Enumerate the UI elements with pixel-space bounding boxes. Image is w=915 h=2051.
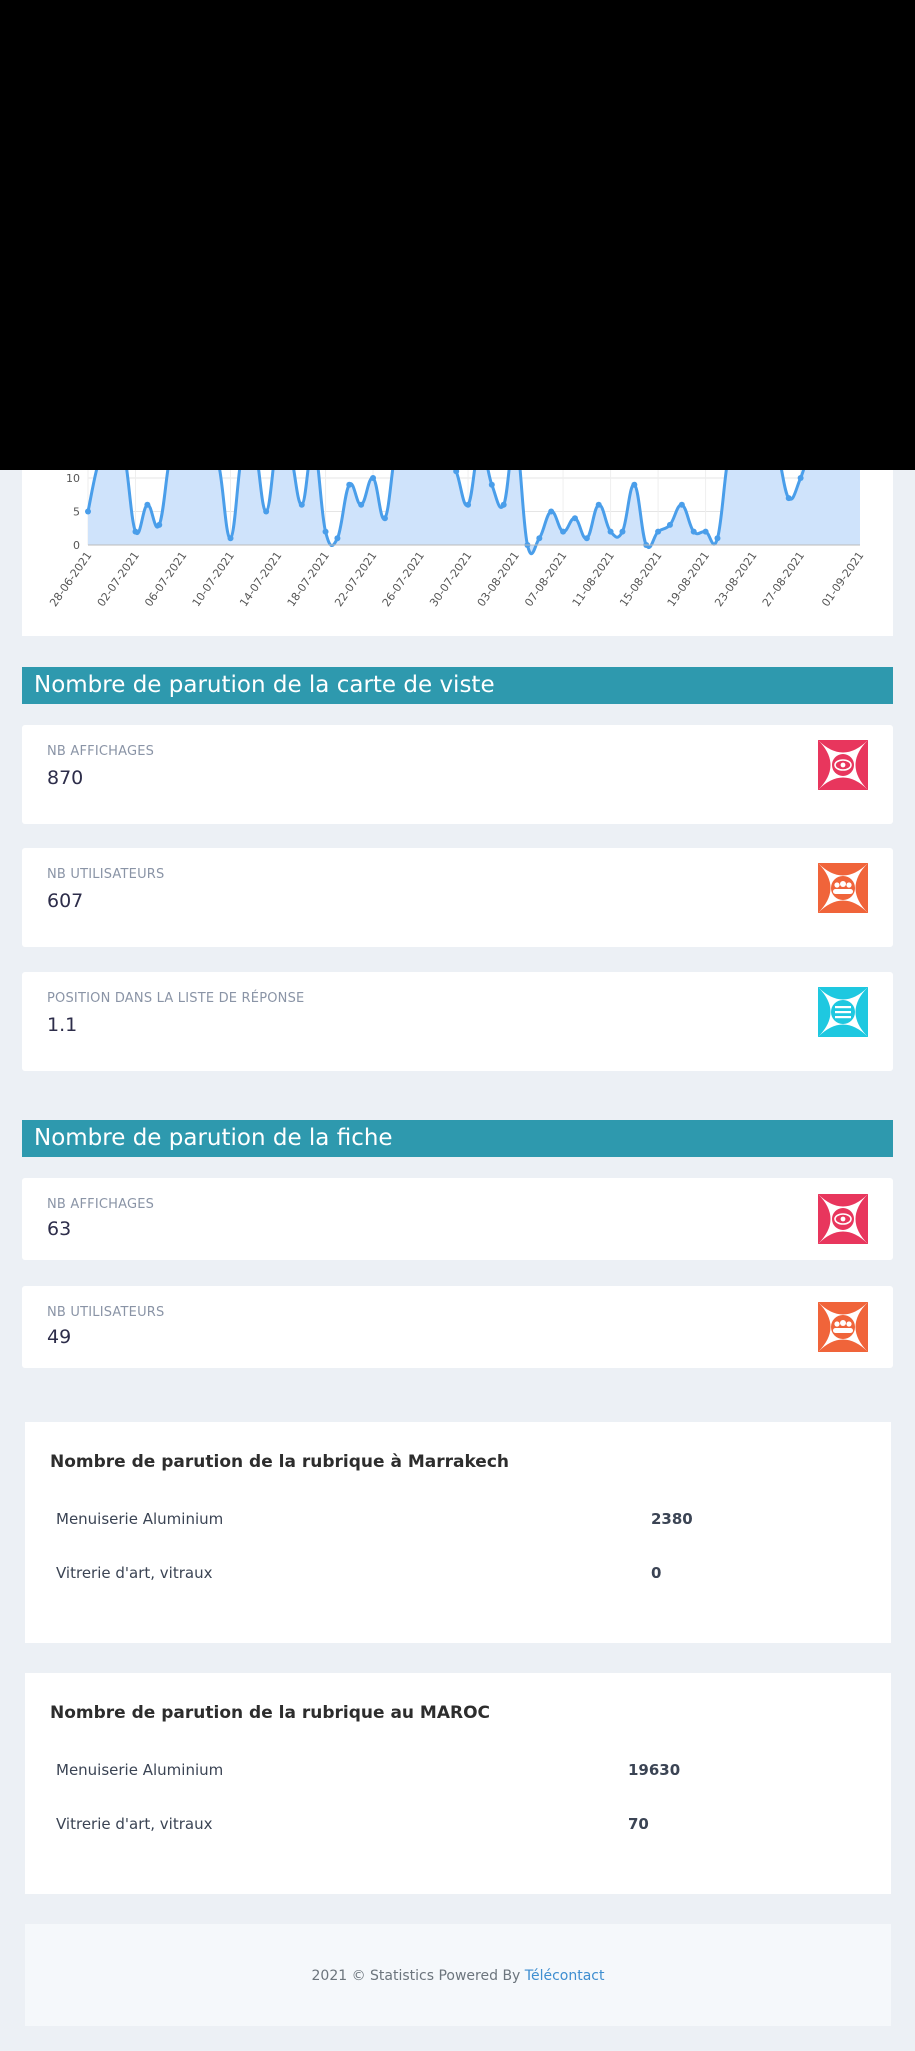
stat-value: 1.1 (47, 1014, 78, 1036)
footer: 2021 © Statistics Powered By Télécontact (25, 1924, 891, 2026)
chart-point (560, 528, 567, 535)
daily-chart: 0 5 10 28-06-2021 02-07-2021 06-07-2021 10-07-… (22, 470, 893, 636)
stat-label: NB AFFICHAGES (47, 744, 155, 759)
stat-label: NB AFFICHAGES (47, 1197, 155, 1212)
stat-card-carte-utilisateurs: NB UTILISATEURS 607 (22, 848, 893, 947)
table-row-label: Vitrerie d'art, vitraux (56, 1815, 213, 1833)
chart-point (346, 481, 353, 488)
chart-svg: 0 5 10 28-06-2021 02-07-2021 06-07-2021 10-07-… (47, 470, 866, 609)
chart-point (536, 535, 543, 542)
chart-point (702, 528, 709, 535)
x-tick-label: 03-08-2021 (475, 549, 522, 609)
x-tick-label: 27-08-2021 (760, 549, 807, 609)
table-card-maroc: Nombre de parution de la rubrique au MAR… (25, 1673, 891, 1894)
chart-point (370, 475, 377, 481)
section-header-carte: Nombre de parution de la carte de viste (22, 667, 893, 704)
stat-value: 63 (47, 1218, 72, 1240)
chart-point (714, 535, 721, 542)
table-row-label: Vitrerie d'art, vitraux (56, 1564, 213, 1582)
chart-point (631, 481, 638, 488)
stat-card-carte-position: POSITION DANS LA LISTE DE RÉPONSE 1.1 (22, 972, 893, 1071)
table-title: Nombre de parution de la rubrique au MAR… (50, 1703, 491, 1723)
table-row-label: Menuiserie Aluminium (56, 1761, 224, 1779)
chart-point (465, 501, 472, 508)
chart-point (607, 528, 614, 535)
x-tick-label: 15-08-2021 (617, 549, 664, 609)
stat-value: 607 (47, 890, 84, 912)
x-tick-label: 14-07-2021 (237, 549, 284, 609)
chart-point (322, 528, 329, 535)
chart-point (358, 501, 365, 508)
chart-point (381, 515, 388, 522)
table-card-marrakech: Nombre de parution de la rubrique à Marr… (25, 1422, 891, 1643)
stat-value: 870 (47, 767, 84, 789)
table-row-label: Menuiserie Aluminium (56, 1510, 224, 1528)
users-icon (818, 863, 868, 913)
table-row-value: 19630 (628, 1761, 681, 1779)
y-tick-label: 0 (73, 539, 80, 552)
x-tick-label: 26-07-2021 (380, 549, 427, 609)
table-row-value: 2380 (651, 1510, 693, 1528)
y-tick-label: 5 (73, 506, 80, 519)
y-tick-label: 10 (66, 472, 80, 485)
stat-label: POSITION DANS LA LISTE DE RÉPONSE (47, 991, 305, 1006)
chart-point (595, 501, 602, 508)
stat-card-fiche-utilisateurs: NB UTILISATEURS 49 (22, 1286, 893, 1368)
footer-link[interactable]: Télécontact (525, 1968, 605, 1984)
list-icon (818, 987, 868, 1037)
x-tick-label: 06-07-2021 (142, 549, 189, 609)
chart-point (334, 535, 341, 542)
x-tick-label: 10-07-2021 (190, 549, 237, 609)
chart-point (156, 521, 163, 528)
chart-point (263, 508, 270, 515)
chart-point (132, 528, 139, 535)
chart-point (227, 535, 234, 542)
chart-point (797, 475, 804, 481)
chart-point (298, 501, 305, 508)
x-tick-label: 11-08-2021 (570, 549, 617, 609)
x-tick-label: 28-06-2021 (47, 549, 94, 609)
x-tick-label: 01-09-2021 (819, 549, 866, 609)
stat-card-fiche-affichages: NB AFFICHAGES 63 (22, 1178, 893, 1260)
table-title: Nombre de parution de la rubrique à Marr… (50, 1452, 510, 1472)
chart-point (85, 508, 91, 515)
chart-point (500, 501, 507, 508)
stat-label: NB UTILISATEURS (47, 867, 165, 882)
chart-point (690, 528, 697, 535)
section-header-fiche: Nombre de parution de la fiche (22, 1120, 893, 1157)
x-tick-label: 18-07-2021 (285, 549, 332, 609)
chart-point (144, 501, 151, 508)
stat-card-carte-affichages: NB AFFICHAGES 870 (22, 725, 893, 824)
chart-point (619, 528, 626, 535)
footer-copyright: 2021 © Statistics Powered By (311, 1968, 525, 1984)
stat-value: 49 (47, 1326, 72, 1348)
chart-point (678, 501, 685, 508)
x-tick-label: 07-08-2021 (522, 549, 569, 609)
x-tick-label: 19-08-2021 (665, 549, 712, 609)
eye-icon (818, 1194, 868, 1244)
x-tick-label: 23-08-2021 (712, 549, 759, 609)
chart-point (666, 521, 673, 528)
redacted-area (0, 0, 915, 470)
stat-label: NB UTILISATEURS (47, 1305, 165, 1320)
x-tick-label: 22-07-2021 (332, 549, 379, 609)
chart-point (785, 495, 792, 502)
eye-icon (818, 740, 868, 790)
chart-point (583, 535, 590, 542)
users-icon (818, 1302, 868, 1352)
footer-text: 2021 © Statistics Powered By Télécontact (25, 1968, 891, 1984)
table-row-value: 0 (651, 1564, 662, 1582)
table-row-value: 70 (628, 1815, 649, 1833)
chart-point (655, 528, 662, 535)
chart-point (548, 508, 555, 515)
chart-point (571, 515, 578, 522)
x-tick-label: 02-07-2021 (95, 549, 142, 609)
x-tick-label: 30-07-2021 (427, 549, 474, 609)
chart-point (488, 481, 495, 488)
